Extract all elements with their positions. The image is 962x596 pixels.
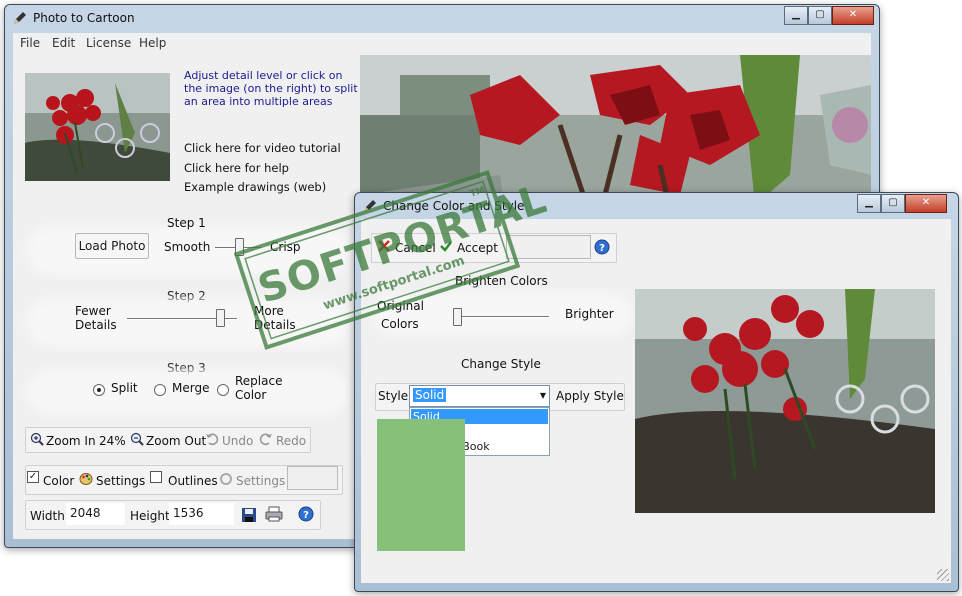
color-checkbox-label[interactable]: Color (43, 474, 74, 488)
redo-icon[interactable] (259, 432, 273, 446)
color-checkbox[interactable]: ✓ (27, 471, 39, 483)
color-swatch (377, 419, 465, 551)
step2-title: Step 2 (167, 289, 206, 303)
colors-label: Colors (381, 317, 419, 331)
redo-button[interactable]: Redo (276, 434, 306, 448)
pencil-icon (14, 12, 26, 24)
dialog-help-icon[interactable]: ? (594, 239, 610, 255)
info-line-3: an area into multiple areas (184, 95, 333, 108)
height-label: Height (130, 509, 170, 523)
step1-title: Step 1 (167, 216, 206, 230)
close-button[interactable]: ✕ (832, 6, 874, 25)
zoom-in-button[interactable]: Zoom In (46, 434, 96, 448)
replace-label[interactable]: Replace (235, 374, 282, 388)
merge-label[interactable]: Merge (172, 381, 209, 395)
load-photo-button[interactable]: Load Photo (75, 233, 149, 259)
outlines-checkbox[interactable] (150, 471, 162, 483)
menu-file[interactable]: File (20, 36, 40, 50)
zoom-out-button[interactable]: Zoom Out (146, 434, 206, 448)
brighten-slider-track[interactable] (453, 316, 549, 318)
maximize-button[interactable]: ▢ (808, 6, 832, 25)
help-link[interactable]: Click here for help (184, 161, 289, 175)
dialog-close-button[interactable]: ✕ (905, 194, 947, 213)
change-style-title: Change Style (461, 357, 541, 371)
zoom-level: 24% (99, 434, 126, 448)
save-icon[interactable] (241, 507, 257, 523)
dialog-value-field (506, 235, 591, 259)
menu-bar: File Edit License Help (13, 33, 871, 53)
info-line-2: the image (on the right) to split (184, 82, 358, 95)
smooth-label: Smooth (164, 240, 211, 254)
menu-help[interactable]: Help (139, 36, 166, 50)
brighten-slider-thumb[interactable] (453, 308, 462, 326)
main-window-title: Photo to Cartoon (33, 11, 135, 25)
width-field[interactable]: 2048 (66, 503, 125, 525)
info-line-1: Adjust detail level or click on (184, 69, 343, 82)
split-radio[interactable] (93, 384, 105, 396)
width-label: Width (30, 509, 65, 523)
style-select[interactable]: Solid (409, 385, 550, 407)
menu-edit[interactable]: Edit (52, 36, 75, 50)
palette-icon[interactable] (79, 472, 93, 486)
outline-settings-button[interactable]: Settings (236, 474, 285, 488)
brighter-label: Brighter (565, 307, 614, 321)
height-field[interactable]: 1536 (169, 503, 234, 525)
dialog-preview-image (635, 289, 935, 513)
style-select-arrow-icon[interactable]: ▼ (537, 386, 549, 406)
style-select-value: Solid (413, 388, 447, 402)
color-label[interactable]: Color (235, 388, 266, 402)
merge-radio[interactable] (154, 384, 166, 396)
outlines-checkbox-label[interactable]: Outlines (168, 474, 218, 488)
minimize-button[interactable]: ▁ (784, 6, 808, 25)
fewer-label: Fewer (75, 304, 111, 318)
menu-license[interactable]: License (86, 36, 131, 50)
zoom-in-icon[interactable] (30, 432, 44, 446)
print-icon[interactable] (265, 506, 283, 522)
svg-text:?: ? (303, 510, 309, 521)
svg-text:?: ? (599, 243, 605, 254)
main-title-bar[interactable]: Photo to Cartoon ▁ ▢ ✕ (5, 5, 879, 33)
dialog-minimize-button[interactable]: ▁ (857, 194, 881, 213)
color-settings-button[interactable]: Settings (96, 474, 145, 488)
outline-settings-icon[interactable] (219, 472, 233, 486)
details-left-label: Details (75, 318, 117, 332)
undo-icon[interactable] (205, 432, 219, 446)
zoom-out-icon[interactable] (130, 432, 144, 446)
outline-preview-field (287, 466, 338, 490)
dialog-maximize-button[interactable]: ▢ (881, 194, 905, 213)
details-slider-thumb[interactable] (216, 309, 225, 327)
thumbnail-image[interactable] (25, 73, 170, 181)
help-icon[interactable]: ? (298, 506, 314, 522)
replace-color-radio[interactable] (217, 384, 229, 396)
split-label[interactable]: Split (111, 381, 138, 395)
example-drawings-link[interactable]: Example drawings (web) (184, 180, 326, 194)
apply-style-button[interactable]: Apply Style (556, 389, 624, 403)
style-label: Style (378, 389, 409, 403)
video-tutorial-link[interactable]: Click here for video tutorial (184, 141, 341, 155)
resize-grip-icon[interactable] (937, 569, 949, 581)
step3-title: Step 3 (167, 361, 206, 375)
undo-button[interactable]: Undo (222, 434, 253, 448)
